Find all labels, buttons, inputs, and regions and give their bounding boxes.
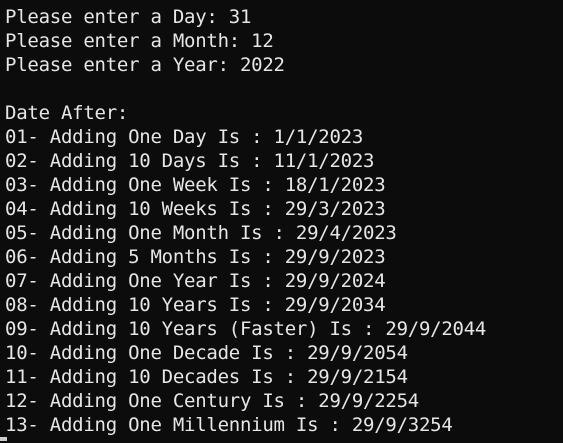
result-line-07: 07- Adding One Year Is : 29/9/2024	[5, 270, 386, 292]
result-line-13: 13- Adding One Millennium Is : 29/9/3254	[5, 414, 453, 436]
result-line-12: 12- Adding One Century Is : 29/9/2254	[5, 390, 419, 412]
date-after-heading: Date After:	[5, 102, 129, 124]
text-cursor	[0, 437, 7, 441]
result-line-09: 09- Adding 10 Years (Faster) Is : 29/9/2…	[5, 318, 487, 340]
result-line-06: 06- Adding 5 Months Is : 29/9/2023	[5, 246, 386, 268]
prompt-day-line: Please enter a Day: 31	[5, 6, 252, 28]
result-line-02: 02- Adding 10 Days Is : 11/1/2023	[5, 150, 375, 172]
result-line-11: 11- Adding 10 Decades Is : 29/9/2154	[5, 366, 408, 388]
result-line-08: 08- Adding 10 Years Is : 29/9/2034	[5, 294, 386, 316]
result-line-03: 03- Adding One Week Is : 18/1/2023	[5, 174, 386, 196]
console-output[interactable]: Please enter a Day: 31 Please enter a Mo…	[0, 0, 563, 443]
prompt-year-line: Please enter a Year: 2022	[5, 54, 285, 76]
result-line-04: 04- Adding 10 Weeks Is : 29/3/2023	[5, 198, 386, 220]
result-line-05: 05- Adding One Month Is : 29/4/2023	[5, 222, 397, 244]
result-line-01: 01- Adding One Day Is : 1/1/2023	[5, 126, 364, 148]
prompt-month-line: Please enter a Month: 12	[5, 30, 274, 52]
result-line-10: 10- Adding One Decade Is : 29/9/2054	[5, 342, 408, 364]
